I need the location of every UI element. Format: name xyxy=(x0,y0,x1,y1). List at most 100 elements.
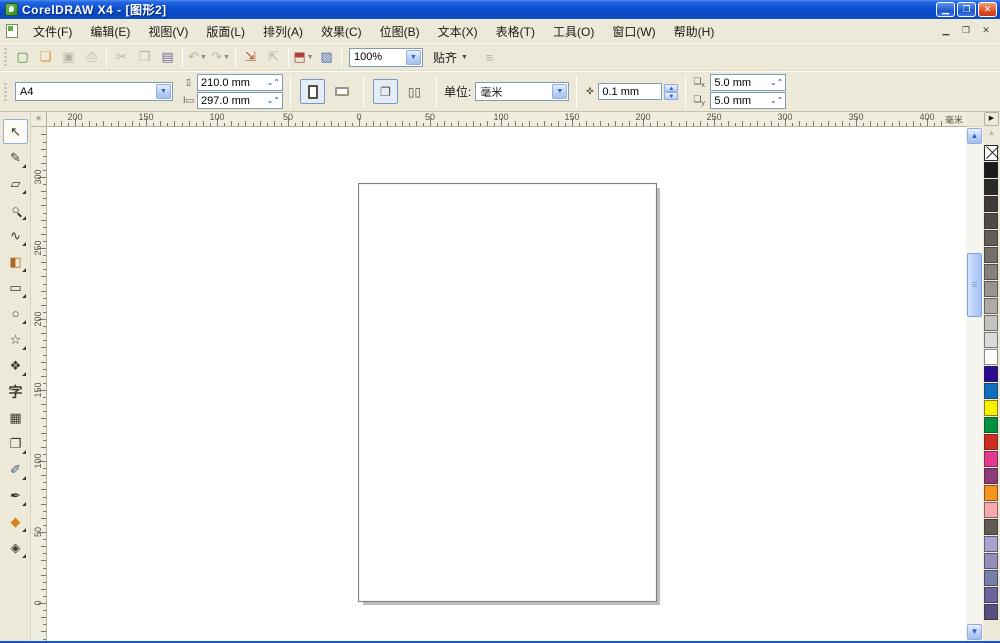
menu-item-7[interactable]: 文本(X) xyxy=(429,20,487,43)
current-page-button[interactable]: ▯▯ xyxy=(402,79,427,104)
spinner-arrows-icon[interactable]: ⌄⌃ xyxy=(770,78,783,87)
menu-item-3[interactable]: 版面(L) xyxy=(197,20,254,43)
new-button[interactable]: ▢ xyxy=(11,46,34,68)
shape-tool[interactable]: ✎ xyxy=(3,145,28,170)
close-button[interactable]: ✕ xyxy=(978,2,997,17)
doc-close-button[interactable]: ✕ xyxy=(978,23,994,38)
color-swatch-22[interactable] xyxy=(984,536,998,552)
app-launcher-button[interactable]: ⬒▼ xyxy=(292,46,315,68)
freehand-tool[interactable]: ∿ xyxy=(3,223,28,248)
propbar-grip[interactable] xyxy=(4,83,7,101)
color-swatch-21[interactable] xyxy=(984,519,998,535)
color-swatch-26[interactable] xyxy=(984,604,998,620)
color-swatch-3[interactable] xyxy=(984,213,998,229)
nudge-spinner[interactable]: ▲▼ xyxy=(664,84,678,100)
doc-minimize-button[interactable]: ▁ xyxy=(938,23,954,38)
spinner-arrows-icon[interactable]: ⌄⌃ xyxy=(267,96,280,105)
chevron-down-icon[interactable]: ▼ xyxy=(552,84,567,99)
interactive-fill-tool[interactable]: ◈ xyxy=(3,535,28,560)
paper-height-field[interactable]: 297.0 mm ⌄⌃ xyxy=(197,92,283,109)
horizontal-ruler[interactable]: 毫米 20015010050050100150200250300350400 xyxy=(47,112,966,127)
color-swatch-17[interactable] xyxy=(984,451,998,467)
menu-item-8[interactable]: 表格(T) xyxy=(487,20,544,43)
palette-flyout-button[interactable]: ▶ xyxy=(984,112,999,126)
color-swatch-18[interactable] xyxy=(984,468,998,484)
all-pages-button[interactable]: ❐ xyxy=(373,79,398,104)
color-swatch-10[interactable] xyxy=(984,332,998,348)
color-swatch-6[interactable] xyxy=(984,264,998,280)
open-button[interactable]: ❏ xyxy=(34,46,57,68)
vertical-ruler[interactable]: 300250200150100500 xyxy=(31,127,47,641)
menu-item-10[interactable]: 窗口(W) xyxy=(603,20,664,43)
landscape-button[interactable] xyxy=(329,79,354,104)
color-swatch-8[interactable] xyxy=(984,298,998,314)
color-swatch-12[interactable] xyxy=(984,366,998,382)
menu-item-5[interactable]: 效果(C) xyxy=(312,20,371,43)
menu-item-4[interactable]: 排列(A) xyxy=(254,20,312,43)
crop-tool[interactable]: ▱ xyxy=(3,171,28,196)
nudge-offset-field[interactable]: 0.1 mm xyxy=(598,83,662,100)
color-swatch-25[interactable] xyxy=(984,587,998,603)
scrollbar-thumb[interactable] xyxy=(967,253,982,317)
toolbar-grip[interactable] xyxy=(4,48,7,66)
duplicate-y-field[interactable]: 5.0 mm ⌄⌃ xyxy=(710,92,786,109)
outline-pen-tool[interactable]: ✒ xyxy=(3,483,28,508)
interactive-blend-tool[interactable]: ❐ xyxy=(3,431,28,456)
paper-width-field[interactable]: 210.0 mm ⌄⌃ xyxy=(197,74,283,91)
table-tool[interactable]: ▦ xyxy=(3,405,28,430)
basic-shapes-tool[interactable]: ❖ xyxy=(3,353,28,378)
color-swatch-19[interactable] xyxy=(984,485,998,501)
doc-restore-button[interactable]: ❐ xyxy=(958,23,974,38)
chevron-down-icon[interactable]: ▼ xyxy=(156,84,171,99)
vertical-scrollbar[interactable]: ▲ ▼ xyxy=(966,112,983,641)
color-swatch-7[interactable] xyxy=(984,281,998,297)
color-swatch-2[interactable] xyxy=(984,196,998,212)
color-swatch-5[interactable] xyxy=(984,247,998,263)
scroll-up-button[interactable]: ▲ xyxy=(967,128,982,144)
snap-to-dropdown[interactable]: 贴齐 ▼ xyxy=(433,49,468,66)
pick-tool[interactable]: ↖ xyxy=(3,119,28,144)
scroll-down-button[interactable]: ▼ xyxy=(967,624,982,640)
chevron-down-icon[interactable]: ▼ xyxy=(406,50,421,65)
menu-item-2[interactable]: 视图(V) xyxy=(139,20,197,43)
ruler-origin-corner[interactable]: ✳ xyxy=(31,112,47,127)
color-swatch-4[interactable] xyxy=(984,230,998,246)
color-swatch-13[interactable] xyxy=(984,383,998,399)
color-swatch-14[interactable] xyxy=(984,400,998,416)
minimize-button[interactable]: ▁ xyxy=(936,2,955,17)
duplicate-x-field[interactable]: 5.0 mm ⌄⌃ xyxy=(710,74,786,91)
paper-type-combo[interactable]: A4 ▼ xyxy=(15,82,173,101)
color-swatch-24[interactable] xyxy=(984,570,998,586)
color-swatch-9[interactable] xyxy=(984,315,998,331)
spinner-arrows-icon[interactable]: ⌄⌃ xyxy=(770,96,783,105)
zoom-tool[interactable]: ○ xyxy=(3,197,28,222)
smart-fill-tool[interactable]: ◧ xyxy=(3,249,28,274)
color-swatch-15[interactable] xyxy=(984,417,998,433)
palette-scroll-up-icon[interactable]: ▲ xyxy=(984,127,999,141)
welcome-screen-button[interactable]: ▨ xyxy=(315,46,338,68)
units-combo[interactable]: 毫米 ▼ xyxy=(475,82,569,101)
drawing-canvas[interactable] xyxy=(47,127,966,641)
portrait-button[interactable] xyxy=(300,79,325,104)
color-swatch-11[interactable] xyxy=(984,349,998,365)
menu-item-9[interactable]: 工具(O) xyxy=(544,20,603,43)
menu-item-1[interactable]: 编辑(E) xyxy=(81,20,139,43)
zoom-level-combo[interactable]: 100% ▼ xyxy=(349,48,423,67)
paste-button[interactable]: ▤ xyxy=(156,46,179,68)
menu-item-0[interactable]: 文件(F) xyxy=(24,20,81,43)
spinner-arrows-icon[interactable]: ⌄⌃ xyxy=(267,78,280,87)
rectangle-tool[interactable]: ▭ xyxy=(3,275,28,300)
spin-down-icon[interactable]: ▼ xyxy=(664,92,678,100)
fill-tool[interactable]: ◆ xyxy=(3,509,28,534)
color-swatch-16[interactable] xyxy=(984,434,998,450)
eyedropper-tool[interactable]: ✐ xyxy=(3,457,28,482)
ellipse-tool[interactable]: ○ xyxy=(3,301,28,326)
text-tool[interactable]: 字 xyxy=(3,379,28,404)
color-swatch-0[interactable] xyxy=(984,162,998,178)
page-a4[interactable] xyxy=(358,183,657,602)
polygon-tool[interactable]: ☆ xyxy=(3,327,28,352)
menu-item-11[interactable]: 帮助(H) xyxy=(665,20,724,43)
color-swatch-1[interactable] xyxy=(984,179,998,195)
menu-item-6[interactable]: 位图(B) xyxy=(371,20,429,43)
spin-up-icon[interactable]: ▲ xyxy=(664,84,678,92)
